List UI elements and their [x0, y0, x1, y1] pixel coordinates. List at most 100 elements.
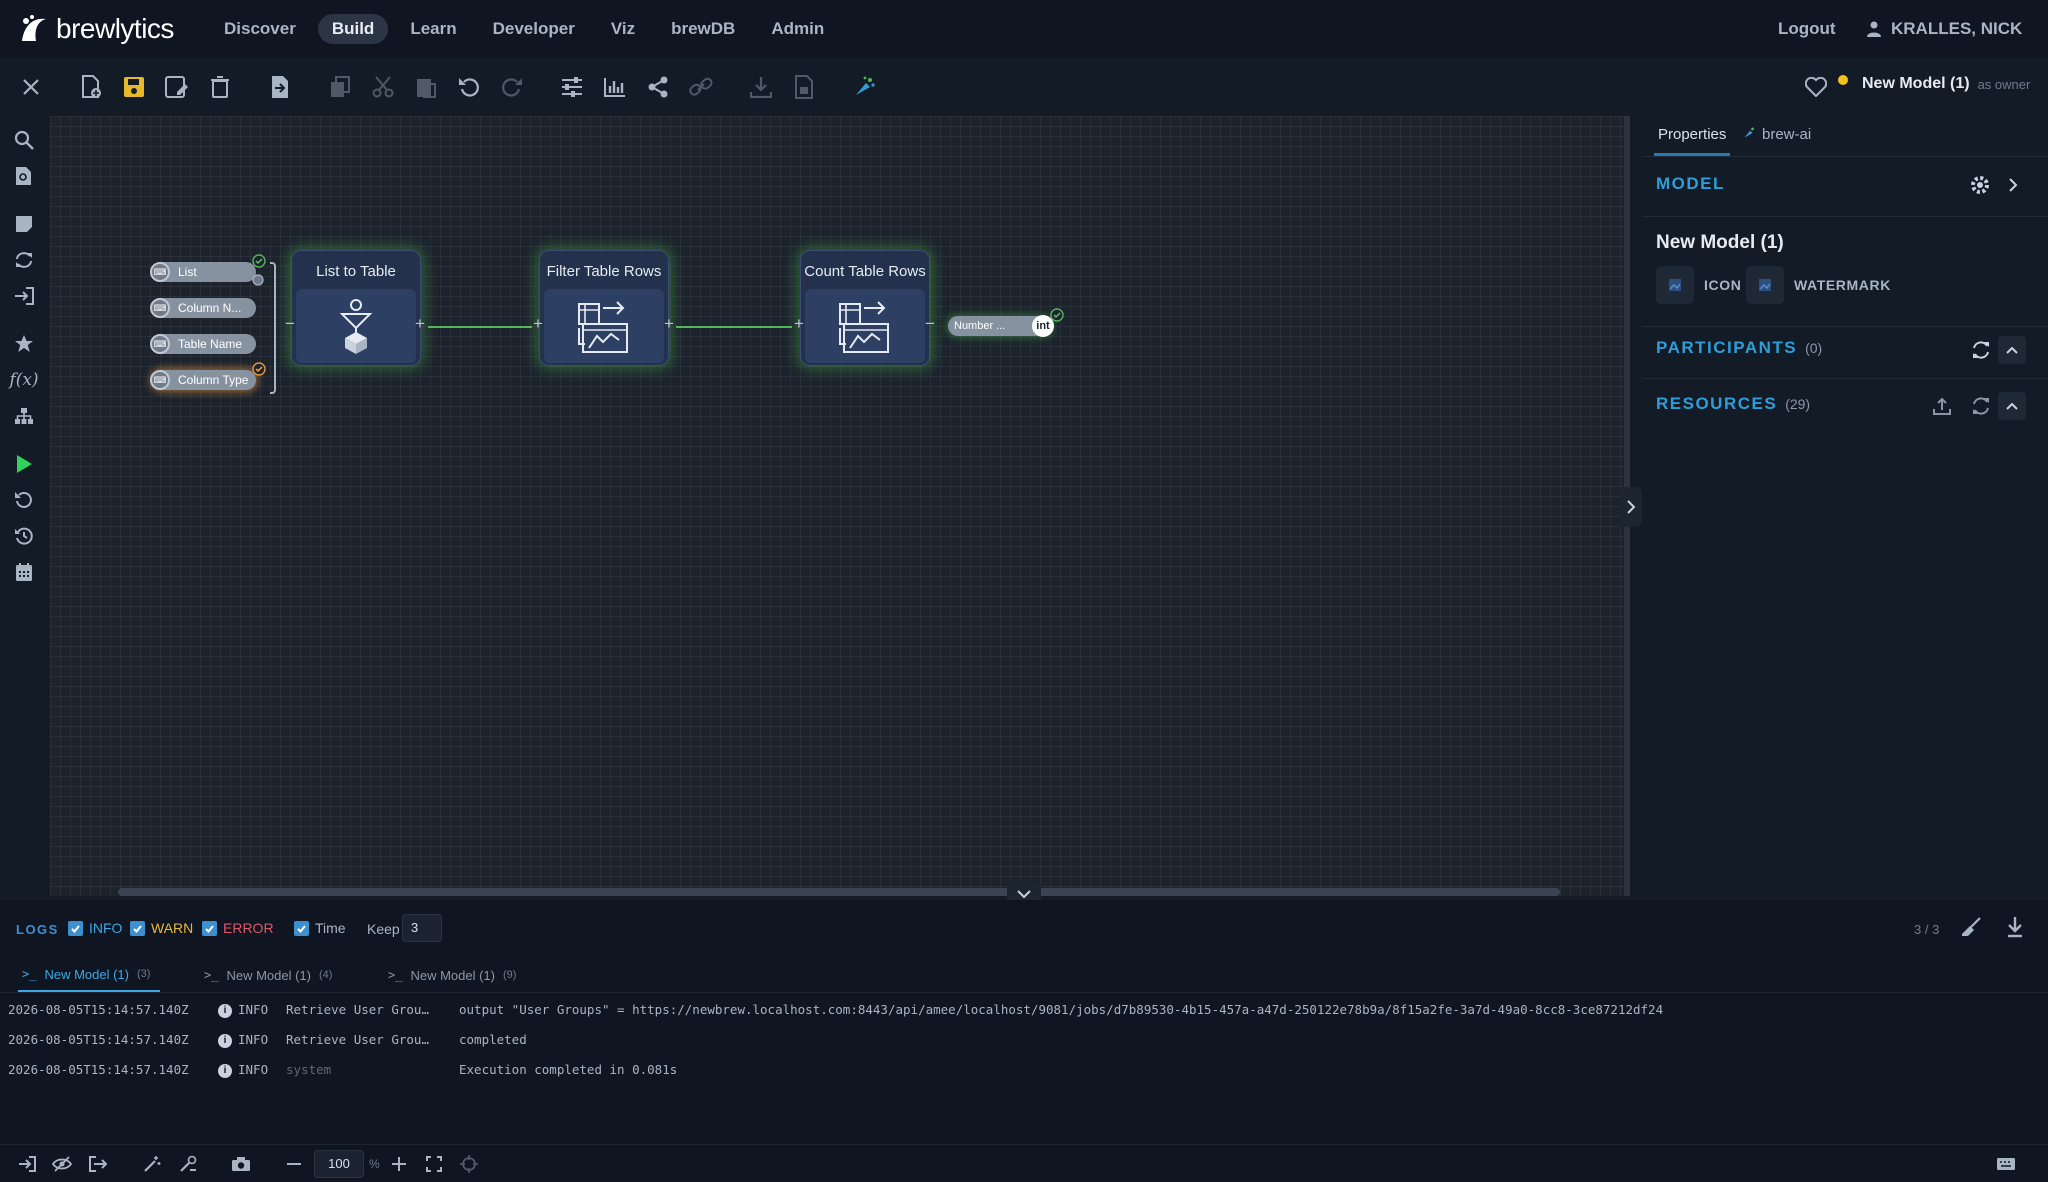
canvas-horizontal-scrollbar[interactable]: [118, 888, 1560, 896]
node-in-port[interactable]: +: [533, 315, 543, 332]
calendar-icon[interactable]: [12, 560, 36, 584]
nav-brewdb[interactable]: brewDB: [657, 14, 749, 44]
close-icon[interactable]: [18, 74, 44, 100]
input-pill-list[interactable]: ⌨ List: [150, 262, 256, 282]
tab-brew-ai[interactable]: brew-ai: [1742, 126, 1811, 156]
node-in-port[interactable]: +: [794, 315, 804, 332]
collapse-resources-button[interactable]: [1998, 392, 2026, 420]
note-icon[interactable]: [12, 212, 36, 236]
link-icon[interactable]: [688, 74, 714, 100]
filter-warn-checkbox[interactable]: WARN: [130, 920, 193, 936]
nav-discover[interactable]: Discover: [210, 14, 310, 44]
zoom-in-icon[interactable]: [389, 1154, 409, 1174]
keep-count-input[interactable]: 3: [402, 914, 442, 942]
cut-icon[interactable]: [370, 74, 396, 100]
collapse-participants-button[interactable]: [1998, 336, 2026, 364]
sign-out-icon[interactable]: [88, 1154, 108, 1174]
new-file-icon[interactable]: [78, 74, 104, 100]
nav-admin[interactable]: Admin: [757, 14, 838, 44]
model-expand-button[interactable]: [2000, 172, 2026, 198]
refresh-resources-button[interactable]: [1969, 394, 1993, 418]
crosshair-icon[interactable]: [459, 1154, 479, 1174]
user-menu[interactable]: KRALLES, NICK: [1867, 19, 2022, 39]
log-tab-1[interactable]: >_ New Model (1) (3): [18, 958, 161, 992]
toggle-right-panel-button[interactable]: [1620, 487, 1642, 527]
fit-screen-icon[interactable]: [424, 1154, 444, 1174]
node-in-port[interactable]: −: [285, 315, 295, 332]
auto-layout-icon[interactable]: [178, 1154, 198, 1174]
hide-icon[interactable]: [52, 1154, 72, 1174]
save-icon[interactable]: [121, 74, 147, 100]
link-connector[interactable]: [676, 326, 792, 328]
favorite-heart-icon[interactable]: [1803, 74, 1829, 100]
filter-error-checkbox[interactable]: ERROR: [202, 920, 274, 936]
nav-build[interactable]: Build: [317, 14, 389, 44]
node-filter-table-rows[interactable]: Filter Table Rows: [539, 250, 669, 366]
download-logs-icon[interactable]: [2006, 916, 2026, 938]
redo-icon[interactable]: [499, 74, 525, 100]
nav-viz[interactable]: Viz: [597, 14, 649, 44]
brew-ai-icon[interactable]: [851, 74, 877, 100]
input-pill-column-names[interactable]: ⌨ Column N...: [150, 298, 256, 318]
participants-header[interactable]: PARTICIPANTS (0): [1656, 338, 1822, 358]
log-tab-3[interactable]: >_ New Model (1) (9): [388, 958, 516, 992]
paste-icon[interactable]: [413, 74, 439, 100]
upload-resource-button[interactable]: [1930, 394, 1954, 418]
list-to-table-icon: [339, 299, 373, 354]
logout-link[interactable]: Logout: [1778, 19, 1836, 39]
model-icon-asset[interactable]: ICON: [1656, 266, 1741, 304]
model-watermark-asset[interactable]: WATERMARK: [1746, 266, 1891, 304]
nav-learn[interactable]: Learn: [396, 14, 470, 44]
document-search-icon[interactable]: [12, 164, 36, 188]
delete-icon[interactable]: [207, 74, 233, 100]
history-icon[interactable]: [12, 524, 36, 548]
clear-logs-broom-icon[interactable]: [1960, 916, 1982, 938]
run-play-icon[interactable]: [12, 452, 36, 476]
model-canvas[interactable]: ⌨ List ⌨ Column N... ⌨ Table Name ⌨ Colu…: [50, 116, 1628, 896]
node-list-to-table[interactable]: List to Table: [291, 250, 421, 366]
input-pill-column-type[interactable]: ⌨ Column Type: [150, 370, 256, 390]
camera-icon[interactable]: [231, 1154, 251, 1174]
node-out-port[interactable]: +: [415, 315, 425, 332]
refresh-participants-button[interactable]: [1969, 338, 1993, 362]
share-icon[interactable]: [645, 74, 671, 100]
zoom-out-icon[interactable]: [284, 1154, 304, 1174]
filter-time-checkbox[interactable]: Time: [294, 920, 346, 936]
refresh-icon: [1973, 397, 1989, 415]
reset-icon[interactable]: [12, 488, 36, 512]
sliders-icon[interactable]: [559, 74, 585, 100]
tab-properties[interactable]: Properties: [1654, 126, 1731, 156]
magic-wand-icon[interactable]: [142, 1154, 162, 1174]
export-icon[interactable]: [791, 74, 817, 100]
search-icon[interactable]: [12, 128, 36, 152]
status-bar: 100 %: [0, 1144, 2048, 1182]
log-tab-2[interactable]: >_ New Model (1) (4): [204, 958, 332, 992]
info-icon: i: [218, 1034, 232, 1048]
nav-developer[interactable]: Developer: [479, 14, 589, 44]
input-pill-table-name[interactable]: ⌨ Table Name: [150, 334, 256, 354]
star-icon[interactable]: [12, 332, 36, 356]
brewlytics-logo[interactable]: brewlytics: [16, 9, 174, 49]
zoom-level-input[interactable]: 100: [314, 1150, 364, 1178]
filter-info-checkbox[interactable]: INFO: [68, 920, 122, 936]
keyboard-icon[interactable]: [1996, 1154, 2016, 1174]
chart-icon[interactable]: [602, 74, 628, 100]
resources-header[interactable]: RESOURCES (29): [1656, 394, 1810, 414]
undo-icon[interactable]: [456, 74, 482, 100]
node-out-port[interactable]: +: [664, 315, 674, 332]
model-settings-button[interactable]: [1967, 172, 1993, 198]
download-icon[interactable]: [748, 74, 774, 100]
node-out-port[interactable]: −: [925, 315, 935, 332]
save-as-icon[interactable]: [164, 74, 190, 100]
function-icon[interactable]: f(x): [9, 368, 38, 392]
import-icon[interactable]: [267, 74, 293, 100]
link-connector[interactable]: [428, 326, 532, 328]
sign-in-icon[interactable]: [12, 284, 36, 308]
copy-icon[interactable]: [327, 74, 353, 100]
sign-in-icon[interactable]: [17, 1154, 37, 1174]
hierarchy-icon[interactable]: [12, 404, 36, 428]
output-pill-number[interactable]: Number ... int: [948, 315, 1054, 337]
refresh-icon: [1973, 341, 1989, 359]
node-count-table-rows[interactable]: Count Table Rows: [800, 250, 930, 366]
loop-icon[interactable]: [12, 248, 36, 272]
